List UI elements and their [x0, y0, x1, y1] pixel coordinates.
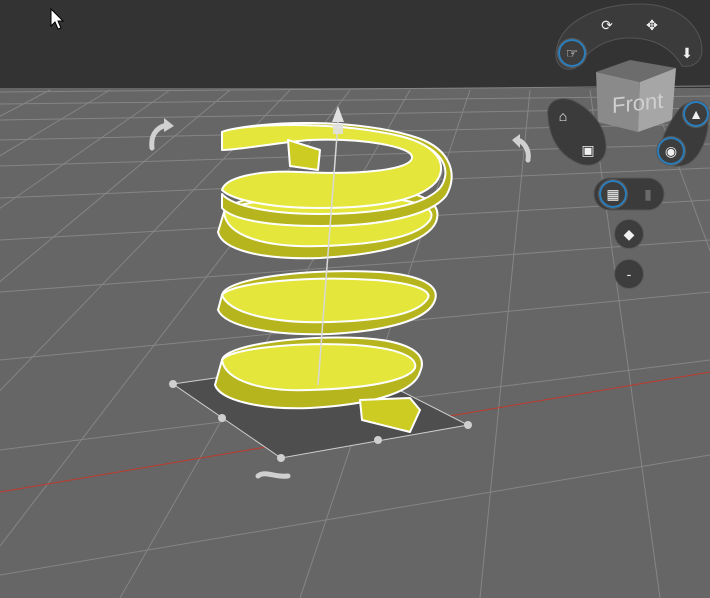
zoom-down-icon[interactable]: ⬇ — [678, 44, 696, 62]
perspective-icon[interactable]: ▲ — [682, 100, 710, 128]
pan-icon[interactable]: ✥ — [643, 16, 661, 34]
home-icon[interactable]: ⌂ — [553, 106, 573, 126]
move-up-handle[interactable] — [333, 124, 343, 134]
orbit-icon[interactable]: ⟳ — [598, 16, 616, 34]
minus-button[interactable]: - — [614, 259, 644, 289]
fit-view-icon[interactable]: ▣ — [578, 140, 598, 160]
touch-control-icon[interactable]: ☞ — [557, 38, 587, 68]
grid-icon[interactable]: ▦ — [598, 179, 628, 209]
viewcube[interactable] — [596, 60, 676, 132]
look-down-icon[interactable]: ◉ — [656, 136, 686, 166]
3d-viewport[interactable] — [0, 0, 710, 598]
trash-icon[interactable]: ▮ — [638, 184, 658, 204]
material-icon[interactable]: ◆ — [614, 219, 644, 249]
rotate-bottom-arrow-icon[interactable] — [255, 471, 291, 479]
